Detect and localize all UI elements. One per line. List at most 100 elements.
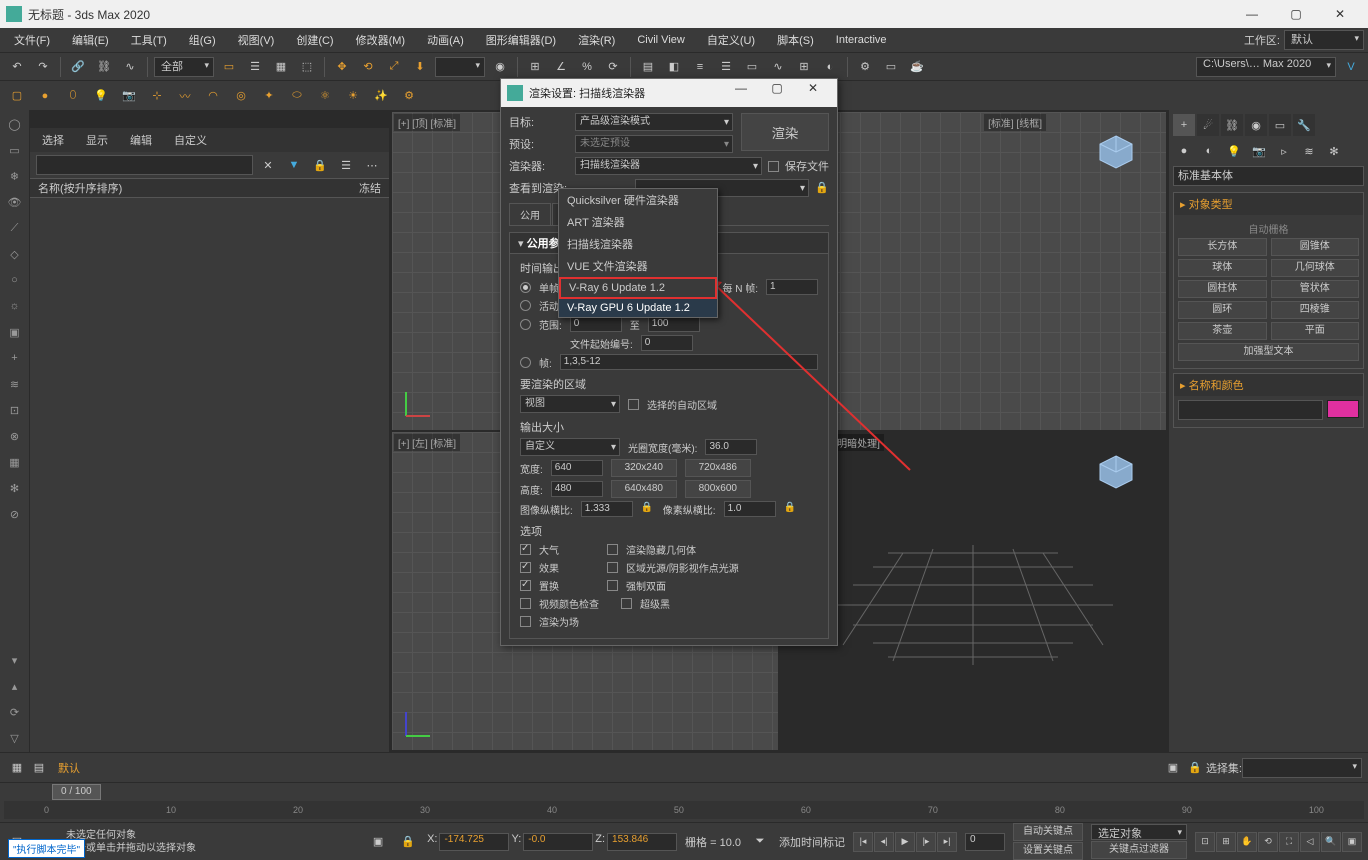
zoom-ext-icon[interactable]: ⊡ bbox=[1195, 832, 1215, 852]
col-frozen[interactable]: 冻结 bbox=[359, 180, 381, 196]
spacewarps-cat-icon[interactable]: ≋ bbox=[1298, 140, 1320, 162]
hidden-l-icon[interactable]: ⊘ bbox=[3, 502, 27, 526]
dd-vue[interactable]: VUE 文件渲染器 bbox=[559, 255, 717, 277]
viewport-top-label[interactable]: [+] [顶] [标准] bbox=[394, 114, 460, 131]
imgaspect-lock-icon[interactable]: 🔒 bbox=[641, 502, 655, 516]
render-button[interactable]: 渲染 bbox=[741, 113, 829, 151]
every-spinner[interactable]: 1 bbox=[766, 279, 818, 295]
outsize-combo[interactable]: 自定义 bbox=[520, 438, 620, 456]
default-layer-label[interactable]: 默认 bbox=[58, 760, 80, 776]
rotate-icon[interactable]: ⟲ bbox=[357, 56, 379, 78]
prim-geosphere[interactable]: 几何球体 bbox=[1271, 259, 1360, 277]
prim-teapot[interactable]: 茶壶 bbox=[1178, 322, 1267, 340]
more-icon[interactable]: ⋯ bbox=[361, 154, 383, 176]
menu-view[interactable]: 视图(V) bbox=[228, 30, 285, 50]
savefile-check[interactable] bbox=[768, 161, 779, 172]
sync-icon[interactable]: ⟳ bbox=[3, 700, 27, 724]
menu-file[interactable]: 文件(F) bbox=[4, 30, 60, 50]
curve-editor-icon[interactable]: ∿ bbox=[767, 56, 789, 78]
menu-modifiers[interactable]: 修改器(M) bbox=[346, 30, 416, 50]
render-icon[interactable]: ☕ bbox=[906, 56, 928, 78]
light-l-icon[interactable]: ☼ bbox=[3, 294, 27, 318]
dialog-close-button[interactable]: ✕ bbox=[795, 81, 831, 105]
xref-icon[interactable]: ⊗ bbox=[3, 424, 27, 448]
select-name-icon[interactable]: ☰ bbox=[244, 56, 266, 78]
create-tab-icon[interactable]: + bbox=[1173, 114, 1195, 136]
sun-icon[interactable]: ☀ bbox=[342, 85, 364, 107]
prim-box[interactable]: 长方体 bbox=[1178, 238, 1267, 256]
menu-create[interactable]: 创建(C) bbox=[286, 30, 343, 50]
filter-l-icon[interactable]: ▽ bbox=[3, 726, 27, 750]
vidcolor-check[interactable] bbox=[520, 598, 531, 609]
object-name-input[interactable] bbox=[1178, 400, 1323, 420]
lock-icon[interactable]: 🔒 bbox=[309, 154, 331, 176]
hierarchy-tab-icon[interactable]: ⛓ bbox=[1221, 114, 1243, 136]
maximize-button[interactable]: ▢ bbox=[1274, 0, 1318, 28]
shape-l-icon[interactable]: ○ bbox=[3, 268, 27, 292]
ref-coord-combo[interactable] bbox=[435, 57, 485, 77]
bind-icon[interactable]: ∿ bbox=[119, 56, 141, 78]
isolate-sel-icon[interactable]: ▣ bbox=[367, 831, 389, 853]
particle-icon[interactable]: ✦ bbox=[258, 85, 280, 107]
expand-icon[interactable]: ▾ bbox=[3, 648, 27, 672]
spline-icon[interactable]: 〰 bbox=[174, 85, 196, 107]
percent-snap-icon[interactable]: % bbox=[576, 56, 598, 78]
menu-animation[interactable]: 动画(A) bbox=[417, 30, 474, 50]
layer-explorer-icon[interactable]: ▦ bbox=[6, 757, 28, 779]
keyfilter-button[interactable]: 关键点过滤器 bbox=[1091, 841, 1187, 859]
dd-vray6[interactable]: V-Ray 6 Update 1.2 bbox=[559, 277, 717, 299]
autokey-button[interactable]: 自动关键点 bbox=[1013, 823, 1083, 841]
redo-icon[interactable]: ↷ bbox=[32, 56, 54, 78]
isolate-icon[interactable]: ▣ bbox=[1162, 757, 1184, 779]
tab-common[interactable]: 公用 bbox=[509, 203, 551, 225]
fx-icon[interactable]: ✨ bbox=[370, 85, 392, 107]
disp-check[interactable] bbox=[520, 580, 531, 591]
prim-cone[interactable]: 圆锥体 bbox=[1271, 238, 1360, 256]
frozen-icon[interactable]: ✻ bbox=[3, 476, 27, 500]
viewcube-icon[interactable] bbox=[1096, 132, 1136, 172]
patch-icon[interactable]: ◠ bbox=[202, 85, 224, 107]
dd-vraygpu6[interactable]: V-Ray GPU 6 Update 1.2 bbox=[559, 299, 717, 317]
sel-lock-icon[interactable]: 🔒 bbox=[397, 831, 419, 853]
menu-interactive[interactable]: Interactive bbox=[826, 32, 897, 48]
time-slider[interactable]: 0 / 100 bbox=[52, 784, 101, 800]
coord-z-input[interactable]: 153.846 bbox=[607, 833, 677, 851]
area-combo[interactable]: 视图 bbox=[520, 395, 620, 413]
group-l-icon[interactable]: ⊡ bbox=[3, 398, 27, 422]
menu-rendering[interactable]: 渲染(R) bbox=[568, 30, 625, 50]
size-800[interactable]: 800x600 bbox=[685, 480, 751, 498]
object-type-header[interactable]: ▸ 对象类型 bbox=[1174, 193, 1363, 215]
prim-tube[interactable]: 管状体 bbox=[1271, 280, 1360, 298]
autogrid-check[interactable]: 自动栅格 bbox=[1178, 219, 1359, 238]
spinner-snap-icon[interactable]: ⟳ bbox=[602, 56, 624, 78]
scene-explorer-icon[interactable]: ◯ bbox=[3, 112, 27, 136]
box-shape-icon[interactable]: ▢ bbox=[6, 85, 28, 107]
range-radio[interactable] bbox=[520, 319, 531, 330]
zoom-all-icon[interactable]: ⊞ bbox=[1216, 832, 1236, 852]
coord-y-input[interactable]: -0.0 bbox=[523, 833, 593, 851]
name-color-header[interactable]: ▸ 名称和颜色 bbox=[1174, 374, 1363, 396]
scene-tab-edit[interactable]: 编辑 bbox=[124, 131, 158, 149]
bone-icon[interactable]: ⟋ bbox=[3, 216, 27, 240]
viewcube-icon[interactable] bbox=[1096, 452, 1136, 492]
add-time-tag[interactable]: 添加时间标记 bbox=[779, 834, 845, 850]
dd-scanline[interactable]: 扫描线渲染器 bbox=[559, 233, 717, 255]
menu-grapheditors[interactable]: 图形编辑器(D) bbox=[476, 30, 566, 50]
helper-l-icon[interactable]: + bbox=[3, 346, 27, 370]
render-frame-icon[interactable]: ▭ bbox=[880, 56, 902, 78]
maximize-vp-icon[interactable]: ▣ bbox=[1342, 832, 1362, 852]
cylinder-shape-icon[interactable]: ⬯ bbox=[62, 85, 84, 107]
dd-quicksilver[interactable]: Quicksilver 硬件渲染器 bbox=[559, 189, 717, 211]
imgaspect-spinner[interactable]: 1.333 bbox=[581, 501, 633, 517]
clear-search-icon[interactable]: ✕ bbox=[257, 154, 279, 176]
zoom-region-icon[interactable]: 🔍 bbox=[1321, 832, 1341, 852]
minimize-button[interactable]: — bbox=[1230, 0, 1274, 28]
sphere-shape-icon[interactable]: ● bbox=[34, 85, 56, 107]
color-swatch[interactable] bbox=[1327, 400, 1359, 418]
prim-sphere[interactable]: 球体 bbox=[1178, 259, 1267, 277]
systems-cat-icon[interactable]: ✻ bbox=[1323, 140, 1345, 162]
preset-combo[interactable]: 未选定预设 bbox=[575, 135, 733, 153]
eff-check[interactable] bbox=[520, 562, 531, 573]
select-region-icon[interactable]: ▦ bbox=[270, 56, 292, 78]
mirror-icon[interactable]: ◧ bbox=[663, 56, 685, 78]
